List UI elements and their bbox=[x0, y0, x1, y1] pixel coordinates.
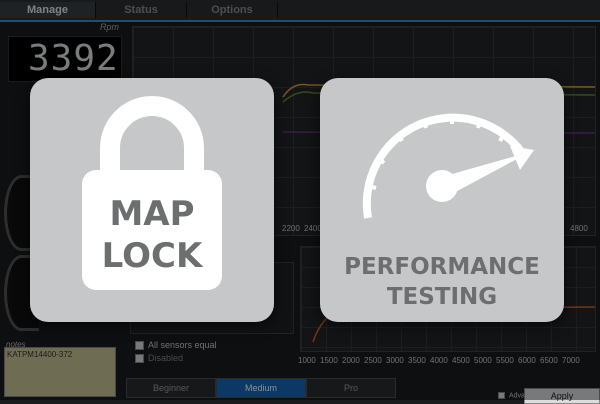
map-lock-line1: MAP bbox=[109, 194, 195, 234]
map-lock-card[interactable]: MAP LOCK bbox=[30, 78, 274, 322]
performance-line1: PERFORMANCE bbox=[344, 254, 540, 280]
map-lock-line2: LOCK bbox=[101, 236, 203, 276]
performance-line2: TESTING bbox=[386, 284, 498, 310]
performance-testing-card[interactable]: PERFORMANCE TESTING bbox=[320, 78, 564, 322]
